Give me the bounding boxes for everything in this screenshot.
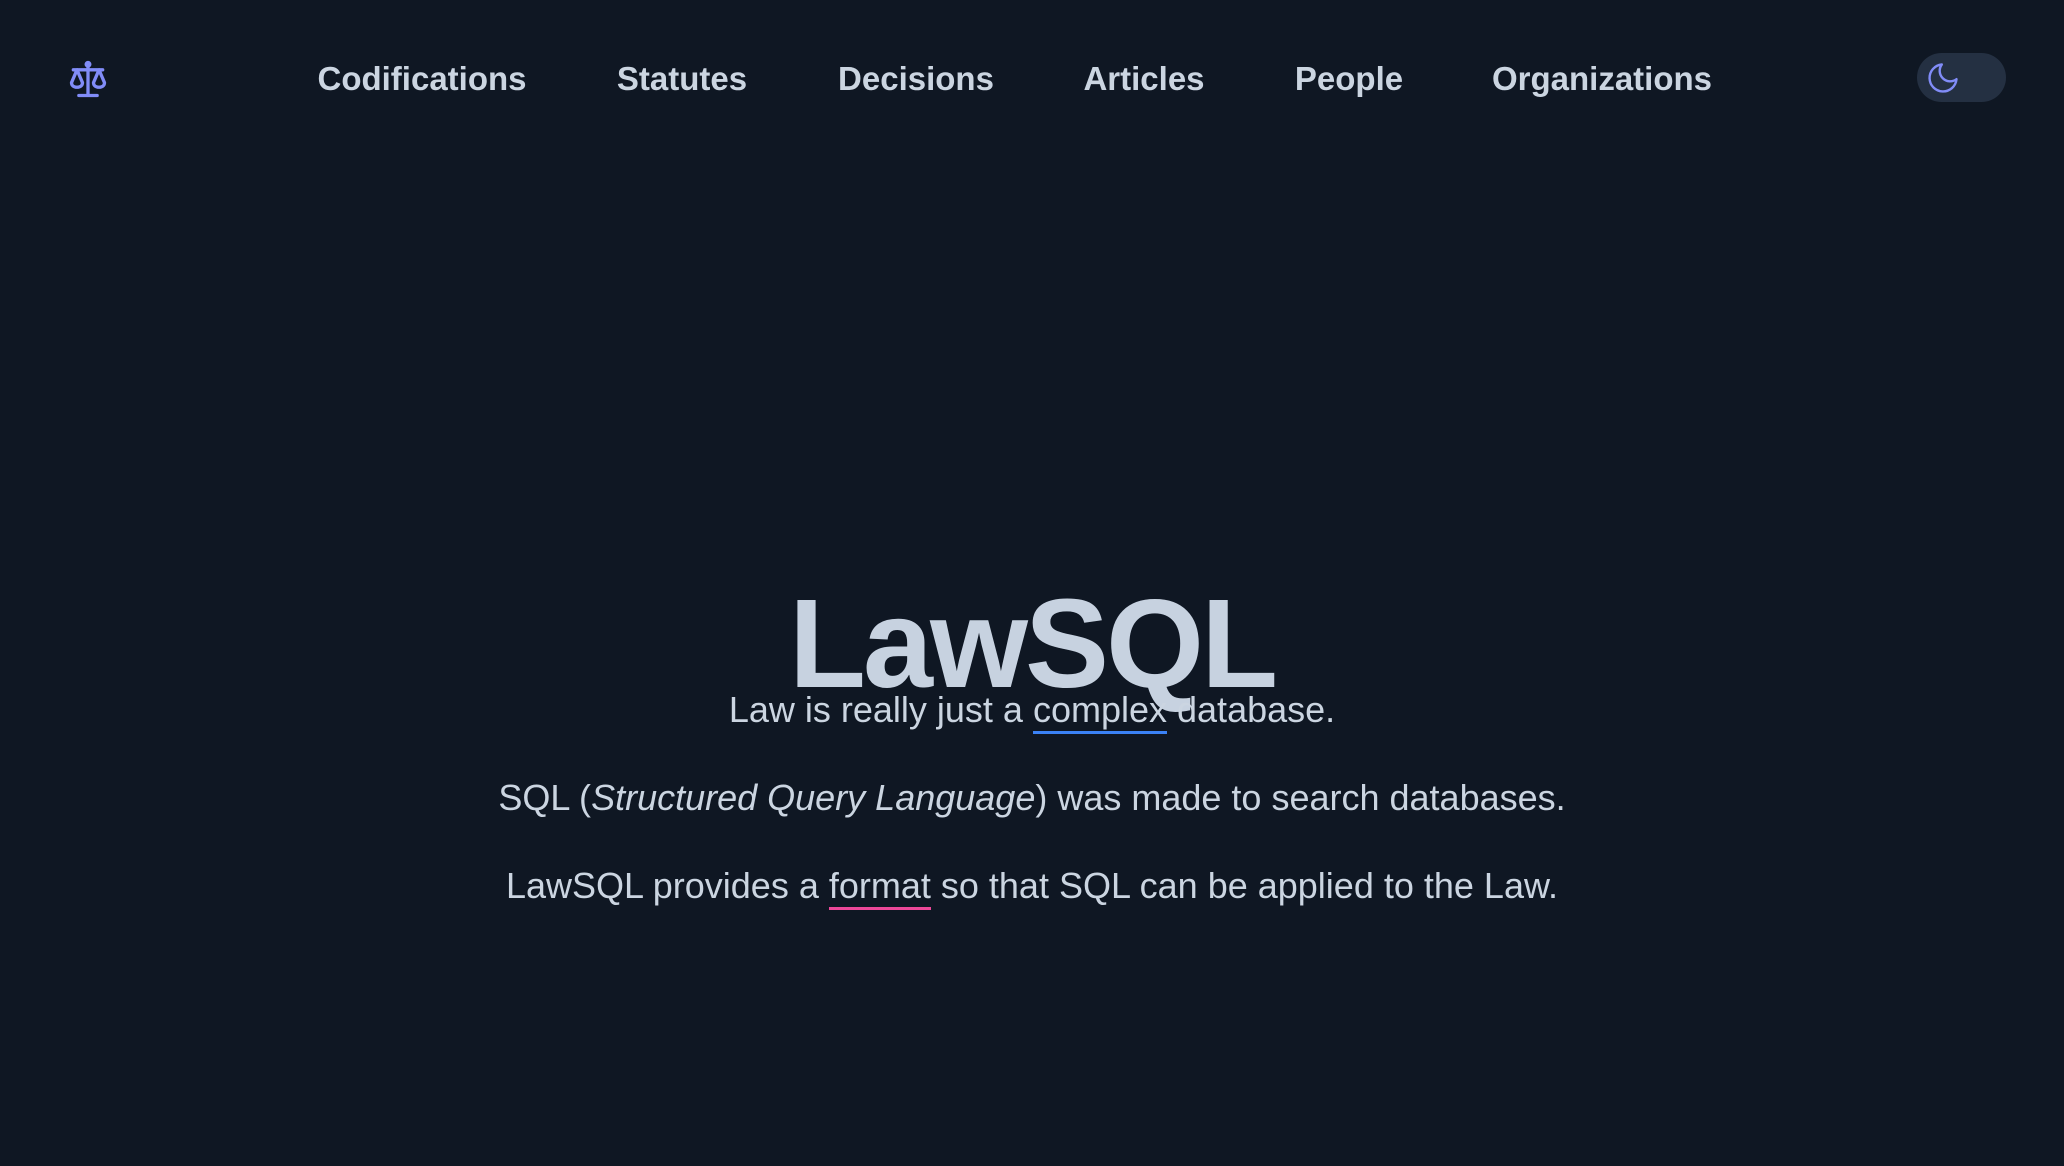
- nav-item-people[interactable]: People: [1295, 50, 1403, 110]
- page: Codifications Statutes Decisions Article…: [0, 0, 2064, 1166]
- hero-line-3-before: LawSQL provides a: [506, 865, 829, 906]
- main-nav: Codifications Statutes Decisions Article…: [0, 50, 2064, 110]
- theme-toggle[interactable]: [1917, 53, 2006, 102]
- format-link[interactable]: format: [828, 865, 931, 910]
- nav-item-codifications[interactable]: Codifications: [317, 50, 526, 110]
- hero-line-3-after: so that SQL can be applied to the Law.: [930, 865, 1558, 906]
- hero-line-2: SQL (Structured Query Language) was made…: [0, 774, 2064, 822]
- hero-line-1: Law is really just a complex database.: [0, 686, 2064, 734]
- hero-line-2-before: SQL (: [498, 777, 592, 818]
- hero-line-1-before: Law is really just a: [728, 689, 1033, 730]
- hero-line-3: LawSQL provides a format so that SQL can…: [0, 862, 2064, 910]
- moon-icon: [1928, 63, 1958, 93]
- scales-icon: [69, 60, 107, 98]
- hero-line-1-after: database.: [1167, 689, 1336, 730]
- nav-item-organizations[interactable]: Organizations: [1492, 50, 1712, 110]
- top-navigation-bar: Codifications Statutes Decisions Article…: [0, 0, 2064, 160]
- complex-link[interactable]: complex: [1032, 689, 1168, 734]
- hero-line-2-after: ) was made to search databases.: [1035, 777, 1566, 818]
- theme-toggle-knob: [1923, 58, 1963, 98]
- nav-item-articles[interactable]: Articles: [1083, 50, 1204, 110]
- sql-expansion-text: Structured Query Language: [591, 777, 1036, 818]
- home-logo-link[interactable]: [62, 54, 114, 104]
- nav-item-decisions[interactable]: Decisions: [838, 50, 994, 110]
- nav-item-statutes[interactable]: Statutes: [617, 50, 747, 110]
